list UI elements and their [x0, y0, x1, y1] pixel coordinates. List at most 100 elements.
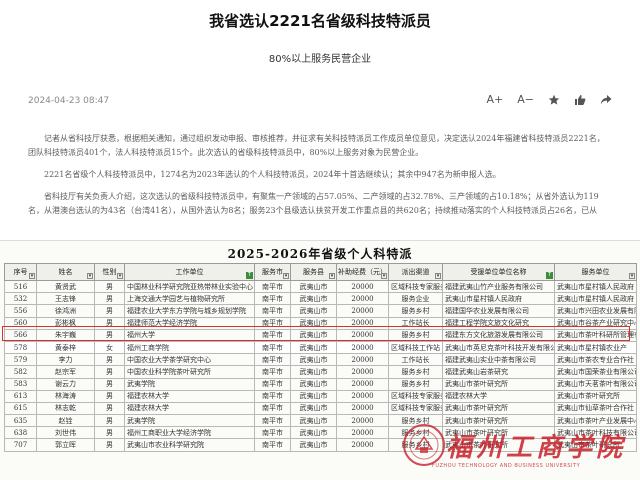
table-cell: 武夷山市兴田农业发展有限公司 [554, 304, 637, 318]
table-cell: 武夷山市 [290, 304, 337, 318]
table-cell: 男 [94, 353, 125, 367]
column-header-label: 派出渠道 [401, 268, 430, 276]
table-cell: 南平市 [254, 340, 291, 355]
column-header: 服务市 ▾ [254, 263, 291, 281]
table-cell: 福建农林大学 [442, 389, 555, 403]
table-cell: 男 [94, 377, 125, 391]
table-cell: 武夷山市 [290, 316, 337, 330]
font-increase-button[interactable]: A+ [487, 92, 504, 108]
table-cell: 20000 [336, 389, 389, 403]
table-cell: 南平市 [254, 438, 291, 452]
table-row: 583 谢云力男武夷学院 南平市 武夷山市 20000 服务乡村 武夷山市茶叶研究所 武夷山市… [4, 377, 637, 391]
column-header: 服务单位 ▾ [554, 263, 637, 281]
table-cell: 福建工程学院文旅文化研究 [442, 316, 555, 330]
table-cell: 南平市 [254, 292, 291, 306]
table-cell: 福州大学 [124, 328, 255, 342]
table-cell: 中国农业科学院茶叶研究所 [124, 365, 255, 379]
table-cell: 20000 [336, 414, 389, 428]
table-cell: 20000 [336, 340, 389, 355]
table-cell: 20000 [336, 438, 389, 452]
table-cell: 区域科技工作站 [388, 340, 443, 355]
table-row: 635 赵铨男武夷学院 南平市 武夷山市 20000 服务乡村 武夷山市茶叶研究所 武夷山市茶… [4, 414, 637, 428]
column-header-label: 补助经费（元） [338, 268, 387, 276]
table-cell: 566 [4, 328, 37, 342]
column-header: 姓名 ▾ [36, 263, 95, 281]
table-cell: 579 [4, 353, 37, 367]
table-cell: 男 [94, 438, 125, 452]
table-cell: 服务乡村 [388, 304, 443, 318]
table-cell: 武夷山市茶叶研究所 [554, 389, 637, 403]
table-cell: 武夷山市 [290, 353, 337, 367]
table-cell: 区域科技专家服务团 [388, 389, 443, 403]
table-cell: 南平市 [254, 316, 291, 330]
table-cell: 朱宇巍 [36, 328, 95, 342]
table-cell: 黄贤武 [36, 279, 95, 294]
table-cell: 武夷山市 [290, 279, 337, 294]
column-header-label: 服务单位 [581, 268, 610, 276]
article-headline: 我省选认2221名省级科技特派员 [209, 12, 431, 30]
table-cell: 南平市 [254, 377, 291, 391]
table-row: 638 刘世伟男福州工商职业大学经济学院 南平市 武夷山市 20000 服务乡村 武夷山市茶… [4, 426, 637, 440]
table-cell: 赵铨 [36, 414, 95, 428]
table-cell: 武夷山市星村镇农业产 [554, 340, 637, 355]
table-cell: 武夷山市星村镇人民政府 [554, 279, 637, 294]
column-header-label: 服务市 [262, 268, 283, 276]
table-cell: 20000 [336, 377, 389, 391]
table-row: 613林海涛男福建农林大学南平市武夷山市20000区域科技专家服务团福建农林大学… [4, 389, 637, 403]
table-cell: 男 [94, 292, 125, 306]
table-cell: 武夷山市天茗茶叶有限公司 [554, 377, 637, 391]
table-cell: 南平市 [254, 414, 291, 428]
publish-date: 2024-04-23 08:47 [28, 96, 110, 106]
like-thumb-icon[interactable] [574, 94, 586, 106]
table-cell: 武夷山市茶叶研究所 [442, 401, 555, 416]
table-cell: 武夷山市茶叶研究所 [442, 414, 555, 428]
table-cell: 南平市 [254, 365, 291, 379]
scanned-document-image: 2025-2026年省级个人科特派 序号 ▾ 姓名 ▾ 性别 ▾ 工作单位 T 服务市 ▾ 服务县 ▾… [0, 240, 640, 480]
table-cell: 武夷学院 [124, 414, 255, 428]
table-cell: 南平市 [254, 304, 291, 318]
table-cell: 上海交通大学园艺与植物研究所 [124, 292, 255, 306]
table-cell: 郭立晖 [36, 438, 95, 452]
table-cell: 南平市 [254, 401, 291, 416]
filter-dropdown-icon: ▾ [435, 273, 441, 279]
table-cell: 20000 [336, 292, 389, 306]
table-cell: 615 [4, 401, 37, 416]
table-cell: 南平市 [254, 279, 291, 294]
table-cell: 徐鸿洲 [36, 304, 95, 318]
table-cell: 武夷山市 [290, 328, 337, 342]
table-cell: 20000 [336, 279, 389, 294]
table-cell: 武夷山市茶叶科研所管理有限公司 [554, 328, 637, 342]
favorite-star-icon[interactable] [548, 94, 560, 106]
font-decrease-button[interactable]: A− [517, 92, 534, 108]
table-cell: 武夷山市 [290, 292, 337, 306]
table-cell: 服务乡村 [388, 438, 443, 452]
table-cell: 635 [4, 414, 37, 428]
table-cell: 工作站长 [388, 316, 443, 330]
share-icon[interactable] [600, 94, 612, 106]
table-cell: 福建农林大学 [124, 401, 255, 416]
table-cell: 武夷山市星村镇人民政府 [554, 292, 637, 306]
table-cell: 男 [94, 279, 125, 294]
table-cell: 武夷山市茶叶研究所 [442, 377, 555, 391]
column-header-label: 性别 [102, 268, 117, 276]
table-cell: 武夷山市茶农专业合作社 [554, 353, 637, 367]
table-cell: 服务乡村 [388, 328, 443, 342]
table-cell: 赵宗军 [36, 365, 95, 379]
table-cell: 李力 [36, 353, 95, 367]
table-cell: 服务企业 [388, 292, 443, 306]
table-cell: 男 [94, 365, 125, 379]
table-cell: 20000 [336, 353, 389, 367]
column-header: 序号 ▾ [4, 263, 37, 281]
table-cell: 武夷山市 [290, 389, 337, 403]
filter-dropdown-icon: ▾ [629, 273, 635, 279]
table-cell: 武夷山市国荣茶业有限公司 [554, 365, 637, 379]
table-cell: 南平市 [254, 426, 291, 440]
table-cell: 福建农业大学东方学院与城乡规划学院 [124, 304, 255, 318]
table-cell: 武夷山市 [290, 340, 337, 355]
table-cell: 560 [4, 316, 37, 330]
table-cell: 福州工商职业大学经济学院 [124, 426, 255, 440]
table-cell: 福建国华农业发展有限公司 [442, 304, 555, 318]
table-cell: 武夷山市谷茶产业研究中心 [554, 316, 637, 330]
column-header: 服务县 ▾ [290, 263, 337, 281]
table-cell: 武夷山市茶叶产业发展中心 [554, 414, 637, 428]
